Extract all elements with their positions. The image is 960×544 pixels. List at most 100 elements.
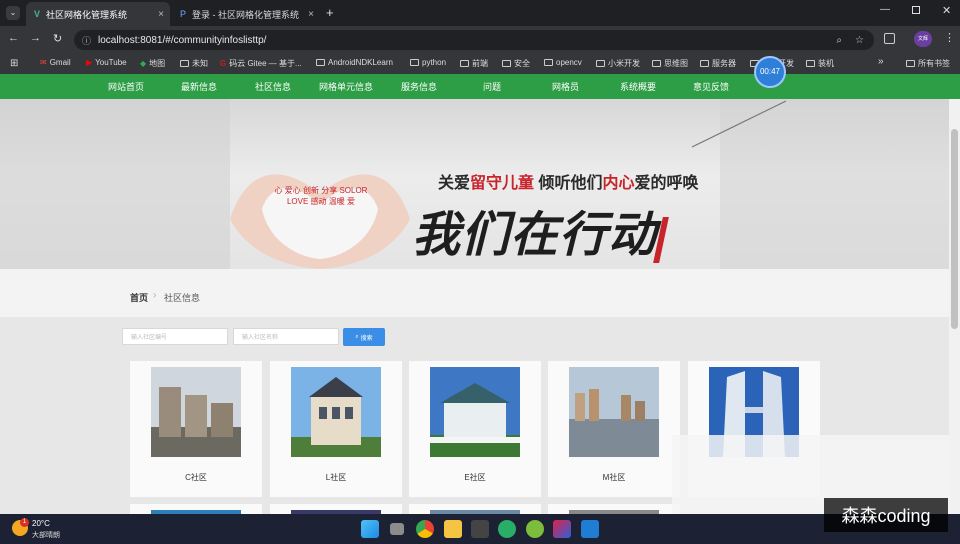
bookmark-folder[interactable]: opencv [544,58,582,67]
android-studio-icon[interactable] [526,520,544,538]
timer-text: 00:47 [759,67,781,76]
start-windows-icon[interactable] [361,520,379,538]
new-tab-button[interactable]: + [326,5,334,20]
bookmark-folder[interactable]: AndroidNDKLearn [316,58,393,67]
nav-gridman[interactable]: 网格员 [552,80,579,93]
tab-title: 登录 - 社区网格化管理系统 [192,9,300,20]
gmail-icon: ✉ [40,58,47,67]
folder-icon [316,59,325,66]
close-tab-icon[interactable]: × [308,9,314,20]
apps-grid-icon[interactable]: ⊞ [10,58,18,69]
reload-icon[interactable]: ↻ [53,32,62,45]
community-name-input[interactable]: 输入社区名称 [233,328,339,345]
banner-slogan-line2: 我们在行动 [412,209,658,262]
wechat-icon[interactable] [498,520,516,538]
community-card[interactable] [409,504,541,514]
folder-icon [906,60,915,67]
community-name: C社区 [185,473,207,482]
bookmark-folder[interactable]: 思维图 [652,58,688,69]
tab-login[interactable]: P 登录 - 社区网格化管理系统 × [172,2,320,26]
bookmarks-bar: ⊞ ✉ Gmail ▶ YouTube ◆ 地图 未知 G 码云 Gitee — 基于.… [0,54,960,74]
community-card[interactable]: C社区 [130,361,262,497]
page-scrollbar[interactable] [949,99,960,514]
nav-feedback[interactable]: 意见反馈 [693,80,729,93]
bookmark-folder[interactable]: python [410,58,446,67]
bookmark-folder[interactable]: 未知 [180,58,208,69]
folder-icon [596,60,605,67]
watermark-text: 森森coding [841,506,931,526]
bookmark-maps[interactable]: ◆ 地图 [140,58,165,69]
nav-service[interactable]: 服务信息 [401,80,437,93]
community-photo [569,367,659,457]
search-icon: ⌕ [355,333,359,340]
bookmark-folder[interactable]: 服务器 [700,58,736,69]
address-bar[interactable]: ⓘ localhost:8081/#/communityinfoslisttp/… [74,30,874,50]
video-watermark: 森森coding [824,498,948,532]
minimize-icon[interactable]: — [880,4,890,15]
scrollbar-thumb[interactable] [951,129,958,329]
nav-overview[interactable]: 系统概要 [620,80,656,93]
nav-community[interactable]: 社区信息 [255,80,291,93]
nav-home[interactable]: 网站首页 [108,80,144,93]
nav-latest[interactable]: 最新信息 [181,80,217,93]
maps-icon: ◆ [140,59,147,68]
community-code-input[interactable]: 输入社区编号 [122,328,228,345]
bookmark-folder[interactable]: 前端 [460,58,488,69]
back-icon[interactable]: ← [8,32,19,44]
community-card[interactable] [130,504,262,514]
close-window-icon[interactable]: ✕ [942,4,951,17]
folder-icon [806,60,815,67]
more-bookmarks-button[interactable]: » [878,56,884,67]
youtube-icon: ▶ [86,58,93,67]
breadcrumb-home[interactable]: 首页 [130,291,148,304]
site-nav: 网站首页 最新信息 社区信息 网格单元信息 服务信息 问题 网格员 系统概要 意… [0,74,960,99]
all-bookmarks[interactable]: 所有书签 [906,58,950,69]
zoom-icon[interactable]: ⌕ [836,35,842,46]
file-explorer-icon[interactable] [444,520,462,538]
terminal-icon[interactable] [471,520,489,538]
tab-list-chevron-icon[interactable]: ⌄ [6,6,20,20]
banner-slogan-line1: 关爱留守儿童 倾听他们内心爱的呼唤 [438,175,699,192]
community-card[interactable]: M社区 [548,361,680,497]
notification-badge: 1 [20,518,29,527]
extensions-icon[interactable] [884,33,895,44]
weather-description[interactable]: 大部晴朗 [32,530,60,540]
weather-temperature[interactable]: 20°C [32,519,50,528]
maximize-icon[interactable] [912,6,920,14]
bookmark-youtube[interactable]: ▶ YouTube [86,58,127,67]
community-photo [151,367,241,457]
folder-icon [180,60,189,67]
bookmark-folder[interactable]: 安全 [502,58,530,69]
community-card[interactable]: E社区 [409,361,541,497]
community-card[interactable] [548,504,680,514]
forward-icon[interactable]: → [30,32,41,44]
breadcrumb-separator: › [153,290,157,301]
bookmark-folder[interactable]: 装机 [806,58,834,69]
close-tab-icon[interactable]: × [158,9,164,20]
nav-grid-unit[interactable]: 网格单元信息 [319,80,373,93]
menu-icon[interactable]: ⋮ [944,31,955,44]
heart-word-cloud: 心 爱心 创新 分享 SOLOR LOVE 感动 温暖 爱 [274,186,368,206]
community-card[interactable]: L社区 [270,361,402,497]
tab-community-system[interactable]: V 社区网格化管理系统 × [26,2,170,26]
hero-banner: 心 爱心 创新 分享 SOLOR LOVE 感动 温暖 爱 关爱留守儿童 倾听他… [0,99,949,269]
chrome-icon[interactable] [416,520,434,538]
folder-icon [700,60,709,67]
task-view-icon[interactable] [390,523,404,535]
search-button[interactable]: ⌕ 搜索 [343,328,385,346]
bookmark-star-icon[interactable]: ☆ [855,35,864,46]
profile-avatar[interactable]: 文辉 [914,31,932,47]
folder-icon [652,60,661,67]
vscode-icon[interactable] [581,520,599,538]
url-text: localhost:8081/#/communityinfoslisttp/ [98,34,267,46]
community-card[interactable] [270,504,402,514]
site-info-icon[interactable]: ⓘ [82,34,91,47]
folder-icon [410,59,419,66]
intellij-icon[interactable] [553,520,571,538]
vue-logo-icon: V [34,9,41,19]
nav-issues[interactable]: 问题 [483,80,501,93]
tab-title: 社区网格化管理系统 [46,9,128,20]
bookmark-folder[interactable]: 小米开发 [596,58,640,69]
bookmark-gitee[interactable]: G 码云 Gitee — 基于... [220,58,302,69]
bookmark-gmail[interactable]: ✉ Gmail [40,58,71,67]
